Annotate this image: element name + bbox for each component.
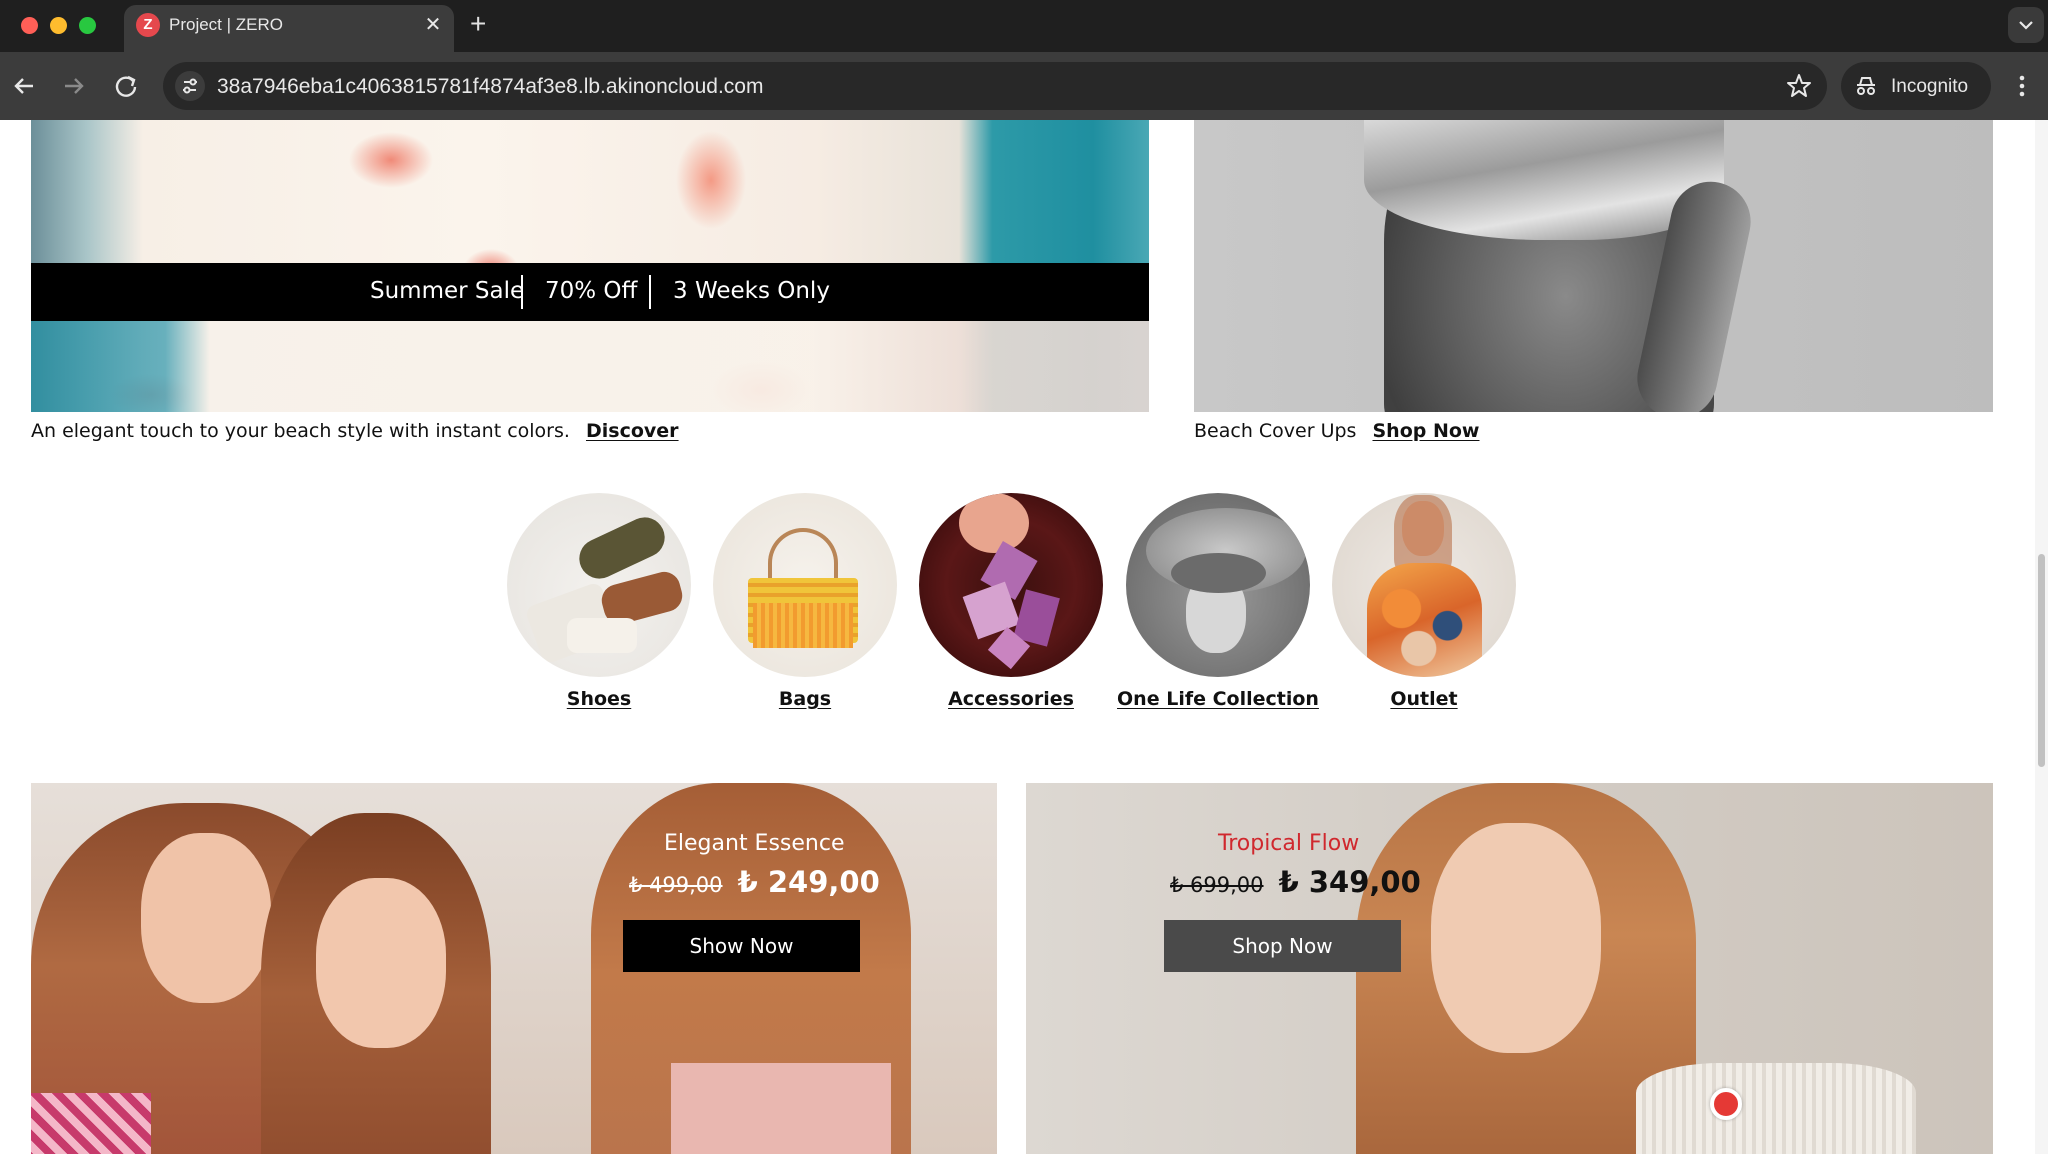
model-face-center bbox=[316, 878, 446, 1048]
model-face-left bbox=[141, 833, 271, 1003]
back-arrow-icon[interactable] bbox=[8, 70, 40, 102]
tab-title: Project | ZERO bbox=[169, 15, 283, 34]
page-scrollbar[interactable] bbox=[2035, 120, 2048, 1154]
browser-toolbar: 38a7946eba1c4063815781f4874af3e8.lb.akin… bbox=[0, 52, 2048, 120]
banner-left-caption: An elegant touch to your beach style wit… bbox=[31, 420, 679, 442]
bookmark-star-icon[interactable] bbox=[1785, 72, 1813, 100]
sale-item-summer-sale: Summer Sale bbox=[370, 278, 525, 304]
sale-item-duration: 3 Weeks Only bbox=[673, 278, 830, 304]
old-price: ₺ 699,00 bbox=[1170, 873, 1264, 897]
beach-cover-ups-banner-image[interactable] bbox=[1194, 120, 1993, 412]
new-tab-icon[interactable]: + bbox=[470, 10, 486, 38]
promo-title: Tropical Flow bbox=[1218, 831, 1359, 856]
incognito-label: Incognito bbox=[1891, 76, 1969, 97]
banner-photo-lower bbox=[31, 320, 1149, 412]
sale-price: ₺ 249,00 bbox=[737, 865, 880, 899]
category-outlet[interactable]: Outlet bbox=[1332, 493, 1516, 710]
promo-title: Elegant Essence bbox=[664, 831, 845, 856]
promo-title-text: Tropical Flow bbox=[1218, 831, 1360, 856]
minimize-window-button[interactable] bbox=[50, 17, 67, 34]
site-favicon-icon: Z bbox=[136, 13, 160, 37]
model-jacket bbox=[671, 1063, 891, 1154]
shop-now-button[interactable]: Shop Now bbox=[1164, 920, 1401, 972]
sale-item-discount: 70% Off bbox=[545, 278, 638, 304]
sale-divider bbox=[521, 275, 523, 309]
category-accessories[interactable]: Accessories bbox=[919, 493, 1103, 710]
show-now-button[interactable]: Show Now bbox=[623, 920, 860, 972]
category-label[interactable]: Outlet bbox=[1302, 688, 1546, 710]
discover-link[interactable]: Discover bbox=[586, 420, 679, 442]
browser-tab-bar: Z Project | ZERO ✕ + bbox=[0, 0, 2048, 52]
banner-right-caption-text: Beach Cover Ups bbox=[1194, 420, 1357, 442]
old-price: ₺ 499,00 bbox=[629, 873, 723, 897]
incognito-indicator[interactable]: Incognito bbox=[1841, 62, 1991, 110]
one-life-collection-image[interactable] bbox=[1126, 493, 1310, 677]
tropical-flow-promo-image[interactable]: Tropical Flow ₺ 699,00 ₺ 349,00 Shop Now bbox=[1026, 783, 1993, 1154]
price-row: ₺ 499,00 ₺ 249,00 bbox=[629, 865, 880, 899]
summer-sale-banner-image[interactable]: Summer Sale 70% Off 3 Weeks Only bbox=[31, 120, 1149, 412]
close-tab-icon[interactable]: ✕ bbox=[422, 14, 444, 36]
chevron-down-icon bbox=[2019, 21, 2033, 30]
sale-divider bbox=[649, 275, 651, 309]
scrollbar-thumb[interactable] bbox=[2038, 554, 2045, 767]
recording-indicator-icon bbox=[1710, 1088, 1742, 1120]
accessories-image[interactable] bbox=[919, 493, 1103, 677]
browser-menu-icon[interactable] bbox=[2010, 72, 2034, 102]
model-pattern bbox=[31, 1093, 151, 1154]
url-text[interactable]: 38a7946eba1c4063815781f4874af3e8.lb.akin… bbox=[217, 75, 763, 99]
banner-right-caption: Beach Cover Ups Shop Now bbox=[1194, 420, 1479, 442]
zoom-window-button[interactable] bbox=[79, 17, 96, 34]
close-window-button[interactable] bbox=[21, 17, 38, 34]
address-bar[interactable]: 38a7946eba1c4063815781f4874af3e8.lb.akin… bbox=[163, 62, 1827, 110]
incognito-icon bbox=[1857, 77, 1875, 95]
category-one-life-collection[interactable]: One Life Collection bbox=[1117, 493, 1319, 710]
elegant-essence-promo-image[interactable]: Elegant Essence ₺ 499,00 ₺ 249,00 Show N… bbox=[31, 783, 997, 1154]
site-settings-icon[interactable] bbox=[175, 71, 205, 101]
forward-arrow-icon[interactable] bbox=[58, 70, 90, 102]
tab-search-button[interactable] bbox=[2008, 7, 2044, 43]
model-face bbox=[1431, 823, 1601, 1053]
price-row: ₺ 699,00 ₺ 349,00 bbox=[1170, 865, 1421, 899]
shop-now-link[interactable]: Shop Now bbox=[1372, 420, 1479, 442]
active-tab[interactable]: Z Project | ZERO ✕ bbox=[124, 5, 454, 52]
outlet-image[interactable] bbox=[1332, 493, 1516, 677]
model-top bbox=[1636, 1063, 1916, 1154]
sale-price: ₺ 349,00 bbox=[1278, 865, 1421, 899]
bags-image[interactable] bbox=[713, 493, 897, 677]
page-content: Summer Sale 70% Off 3 Weeks Only An eleg… bbox=[0, 120, 2048, 1154]
summer-sale-strip: Summer Sale 70% Off 3 Weeks Only bbox=[31, 263, 1149, 321]
reload-icon[interactable] bbox=[110, 70, 142, 102]
banner-left-caption-text: An elegant touch to your beach style wit… bbox=[31, 420, 570, 442]
category-bags[interactable]: Bags bbox=[713, 493, 897, 710]
shoes-image[interactable] bbox=[507, 493, 691, 677]
category-shoes[interactable]: Shoes bbox=[507, 493, 691, 710]
